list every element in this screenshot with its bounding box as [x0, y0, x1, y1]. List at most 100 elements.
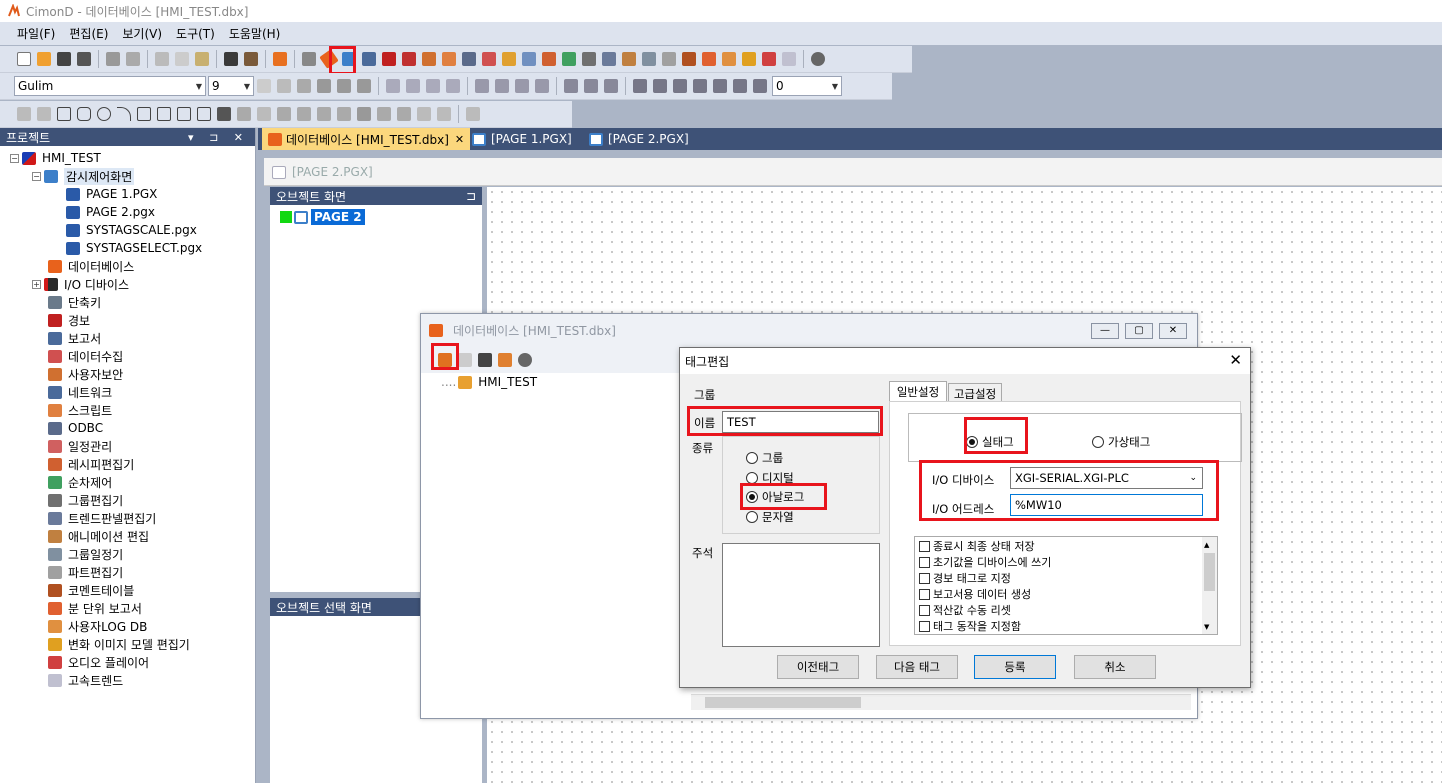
tree-item-recipe[interactable]: 레시피편집기 [48, 455, 134, 473]
db-tree-root[interactable]: .... HMI_TEST [441, 373, 537, 391]
db-tool-icon[interactable] [377, 107, 391, 121]
network-icon[interactable] [362, 52, 376, 66]
tree-item-audio[interactable]: 오디오 플레이어 [48, 653, 149, 671]
tree-item-systagscale[interactable]: SYSTAGSCALE.pgx [66, 221, 197, 239]
restore-button[interactable]: ▢ [1125, 323, 1153, 339]
ungroup-icon[interactable] [406, 79, 420, 93]
help-icon[interactable] [518, 353, 532, 367]
tree-item-page-2[interactable]: PAGE 2.pgx [66, 203, 155, 221]
tools-icon[interactable] [273, 52, 287, 66]
group-editor-icon[interactable] [582, 52, 596, 66]
tree-item-user-security[interactable]: 사용자보안 [48, 365, 123, 383]
option-manual-reset[interactable]: 적산값 수동 리셋 [919, 602, 1011, 618]
tree-item-schedule[interactable]: 일정관리 [48, 437, 112, 455]
comment-textarea[interactable] [722, 543, 880, 647]
panel-controls[interactable]: ▾ ⊐ ✕ [188, 131, 249, 144]
tab-general-settings[interactable]: 일반설정 [889, 381, 947, 401]
open-folder-icon[interactable] [498, 353, 512, 367]
space-horizontal-icon[interactable] [633, 79, 647, 93]
tree-item-part-editor[interactable]: 파트편집기 [48, 563, 123, 581]
same-size-icon[interactable] [604, 79, 618, 93]
report-icon[interactable] [502, 52, 516, 66]
scroll-up-icon[interactable]: ▲ [1204, 541, 1209, 549]
same-height-icon[interactable] [584, 79, 598, 93]
tree-root[interactable]: − HMI_TEST [10, 149, 101, 167]
front-icon[interactable] [426, 79, 440, 93]
help-icon[interactable] [811, 52, 825, 66]
tree-item-systagselect[interactable]: SYSTAGSELECT.pgx [66, 239, 202, 257]
tab-page-1[interactable]: [PAGE 1.PGX] [466, 128, 578, 150]
tree-item-hs-trend[interactable]: 고속트렌드 [48, 671, 123, 689]
tree-item-script[interactable]: 스크립트 [48, 401, 112, 419]
collapse-icon[interactable]: − [10, 153, 19, 163]
grid-icon[interactable] [753, 79, 767, 93]
report-tool-icon[interactable] [397, 107, 411, 121]
space-vertical-icon[interactable] [653, 79, 667, 93]
picture-tool-icon[interactable] [437, 107, 451, 121]
odbc-icon[interactable] [462, 52, 476, 66]
data-collect-icon[interactable] [482, 52, 496, 66]
option-write-initial-value[interactable]: 초기값을 디바이스에 쓰기 [919, 554, 1051, 570]
button-tool-icon[interactable] [237, 107, 251, 121]
line-width-combo[interactable]: 0 ▼ [772, 76, 842, 96]
window-tool-icon[interactable] [337, 107, 351, 121]
scrollbar-thumb[interactable] [1204, 553, 1215, 591]
flip-horizontal-icon[interactable] [673, 79, 687, 93]
tab-database[interactable]: 데이터베이스 [HMI_TEST.dbx] ✕ [262, 128, 471, 150]
horizontal-scrollbar[interactable] [691, 694, 1191, 710]
same-width-icon[interactable] [564, 79, 578, 93]
text-tool-icon[interactable] [217, 107, 231, 121]
save-icon[interactable] [478, 353, 492, 367]
align-center-icon[interactable] [337, 79, 351, 93]
new-file-icon[interactable] [17, 52, 31, 66]
save-icon[interactable] [57, 52, 71, 66]
minute-report-icon[interactable] [702, 52, 716, 66]
schedule-icon[interactable] [522, 52, 536, 66]
prev-tag-button[interactable]: 이전태그 [777, 655, 859, 679]
close-button[interactable]: ✕ [1159, 323, 1187, 339]
tree-item-odbc[interactable]: ODBC [48, 419, 103, 437]
object-item-page-2[interactable]: PAGE 2 [280, 208, 365, 226]
tree-item-database[interactable]: 데이터베이스 [48, 257, 134, 275]
snap-icon[interactable] [733, 79, 747, 93]
align-objects-top-icon[interactable] [515, 79, 529, 93]
rectangle-tool-icon[interactable] [57, 107, 71, 121]
tab-page-2[interactable]: [PAGE 2.PGX] [583, 128, 695, 150]
tree-item-network[interactable]: 네트워크 [48, 383, 112, 401]
save-all-icon[interactable] [77, 52, 91, 66]
audio-icon[interactable] [762, 52, 776, 66]
tree-item-group-schedule[interactable]: 그룹일정기 [48, 545, 123, 563]
gauge-tool-icon[interactable] [317, 107, 331, 121]
flip-vertical-icon[interactable] [693, 79, 707, 93]
round-rect-tool-icon[interactable] [77, 107, 91, 121]
polygon-tool-icon[interactable] [137, 107, 151, 121]
user-icon[interactable] [422, 52, 436, 66]
align-objects-center-icon[interactable] [495, 79, 509, 93]
option-save-final-state[interactable]: 종료시 최종 상태 저장 [919, 538, 1035, 554]
rotate-icon[interactable] [713, 79, 727, 93]
tree-item-report[interactable]: 보고서 [48, 329, 101, 347]
virtual-tag-radio[interactable]: 가상태그 [1092, 434, 1150, 450]
image-model-icon[interactable] [742, 52, 756, 66]
close-icon[interactable]: ✕ [455, 133, 464, 146]
image-tool-icon[interactable] [257, 107, 271, 121]
bitmap-tool-icon[interactable] [417, 107, 431, 121]
group-icon[interactable] [386, 79, 400, 93]
align-right-icon[interactable] [357, 79, 371, 93]
print-preview-icon[interactable] [126, 52, 140, 66]
line-tool-icon[interactable] [37, 107, 51, 121]
star-tool-icon[interactable] [197, 107, 211, 121]
animation-icon[interactable] [622, 52, 636, 66]
scissors-icon[interactable] [302, 52, 316, 66]
align-left-icon[interactable] [317, 79, 331, 93]
tree-item-trend-panel[interactable]: 트렌드판넬편집기 [48, 509, 156, 527]
type-radio-string[interactable]: 문자열 [746, 509, 794, 525]
trend-tool-icon[interactable] [277, 107, 291, 121]
option-tag-action[interactable]: 태그 동작을 지정함 [919, 618, 1021, 634]
option-alarm-tag[interactable]: 경보 태그로 지정 [919, 570, 1011, 586]
alarm-tool-icon[interactable] [297, 107, 311, 121]
pin-icon[interactable]: ⊐ [466, 189, 476, 203]
copy-icon[interactable] [175, 52, 189, 66]
font-grow-icon[interactable] [257, 79, 271, 93]
alarm-icon[interactable] [402, 52, 416, 66]
